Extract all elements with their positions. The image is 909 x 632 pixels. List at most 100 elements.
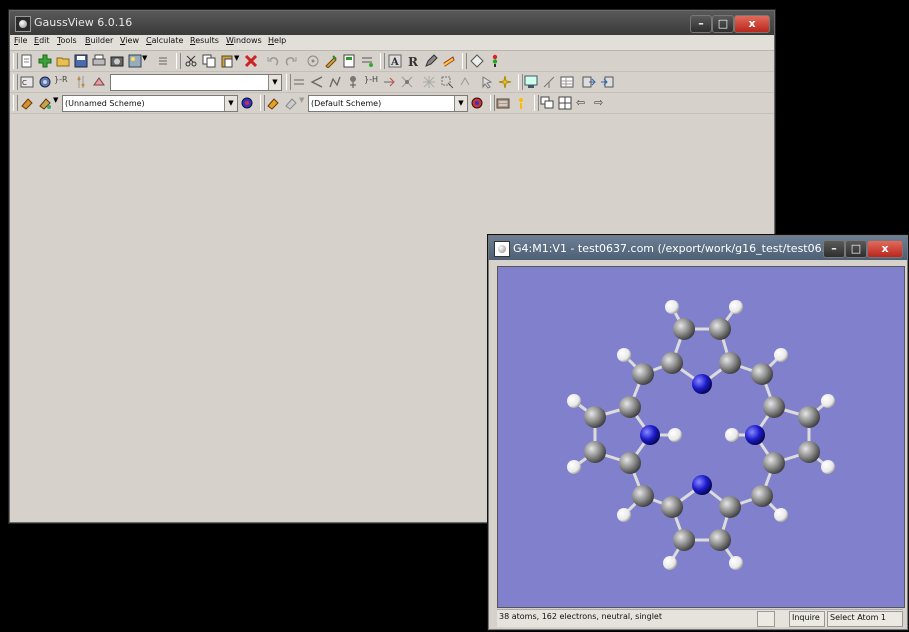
pg-icon[interactable] <box>342 54 356 68</box>
maximize-button[interactable]: □ <box>845 240 867 258</box>
toolbar-grip[interactable] <box>462 53 467 69</box>
camera-icon[interactable] <box>110 54 124 68</box>
element-icon[interactable]: C <box>20 75 34 89</box>
menu-file[interactable]: File <box>14 36 27 45</box>
bond-icon[interactable] <box>292 75 306 89</box>
mirror-icon[interactable] <box>422 75 436 89</box>
arrow-left-icon[interactable]: ⇦ <box>576 96 590 110</box>
chevron-down-icon[interactable]: ▼ <box>224 96 237 111</box>
minimize-button[interactable]: – <box>823 240 845 258</box>
chevron-down-icon[interactable]: ▼ <box>454 96 467 111</box>
export-icon[interactable] <box>582 75 596 89</box>
fragment-tool-icon[interactable] <box>400 75 414 89</box>
info-icon[interactable] <box>514 96 528 110</box>
custom-fragment-icon[interactable] <box>92 75 106 89</box>
save-icon[interactable] <box>74 54 88 68</box>
nitrogen-atoms <box>640 374 765 495</box>
import-icon[interactable] <box>600 75 614 89</box>
delete-atom-icon[interactable] <box>382 75 396 89</box>
chevron-down-icon[interactable]: ▼ <box>268 75 281 90</box>
maximize-button[interactable]: □ <box>712 15 734 33</box>
color-scheme-icon[interactable] <box>20 96 34 110</box>
ring-icon[interactable] <box>38 75 52 89</box>
apply-scheme-icon[interactable] <box>470 96 484 110</box>
cascade-windows-icon[interactable] <box>540 96 554 110</box>
tile-windows-icon[interactable] <box>558 96 572 110</box>
minimize-button[interactable]: – <box>690 15 712 33</box>
undo-icon[interactable] <box>266 54 280 68</box>
scheme-combo-default[interactable]: (Default Scheme) ▼ <box>308 95 468 112</box>
menu-results[interactable]: Results <box>190 36 219 45</box>
list-icon[interactable] <box>156 54 170 68</box>
close-button[interactable]: x <box>734 15 770 33</box>
menu-edit[interactable]: Edit <box>34 36 50 45</box>
paste-icon[interactable] <box>220 54 234 68</box>
menu-view[interactable]: View <box>120 36 139 45</box>
amino-acid-icon[interactable] <box>74 75 88 89</box>
select-tool-icon[interactable] <box>440 75 454 89</box>
print-icon[interactable] <box>92 54 106 68</box>
delete-icon[interactable] <box>244 54 258 68</box>
style-icon[interactable] <box>284 96 298 110</box>
job-manager-icon[interactable] <box>496 96 510 110</box>
toolbar-grip[interactable] <box>490 95 495 111</box>
toolbar-grip[interactable] <box>534 95 539 111</box>
traffic-light-icon[interactable] <box>488 54 502 68</box>
pencil-icon[interactable] <box>424 54 438 68</box>
paint-icon[interactable] <box>266 96 280 110</box>
toolbar-grip[interactable] <box>13 74 18 90</box>
scheme-combo-unnamed[interactable]: (Unnamed Scheme) ▼ <box>62 95 238 112</box>
view-reset-icon[interactable] <box>524 75 538 89</box>
inquire-icon[interactable] <box>346 75 360 89</box>
angle-icon[interactable] <box>310 75 324 89</box>
pointer-icon[interactable] <box>480 75 494 89</box>
toolbar-row-3: ▼ (Unnamed Scheme) ▼ ▼ (Default Scheme) ▼ … <box>10 93 774 114</box>
toolbar-grip[interactable] <box>380 53 385 69</box>
close-button[interactable]: x <box>867 240 903 258</box>
dihedral-icon[interactable] <box>328 75 342 89</box>
menu-windows[interactable]: Windows <box>226 36 262 45</box>
menu-calculate[interactable]: Calculate <box>146 36 183 45</box>
toolbar-grip[interactable] <box>13 53 18 69</box>
porphyrin-molecule[interactable] <box>498 267 904 607</box>
molecule-title-bar[interactable]: G4:M1:V1 - test0637.com (/export/work/g1… <box>489 236 907 260</box>
menu-help[interactable]: Help <box>268 36 286 45</box>
view-toggle-icon[interactable] <box>757 611 775 627</box>
arrow-right-icon[interactable]: ⇨ <box>594 96 608 110</box>
new-icon[interactable] <box>20 54 34 68</box>
menu-builder[interactable]: Builder <box>85 36 113 45</box>
text-a-icon[interactable]: A <box>388 54 402 68</box>
symmetry-icon[interactable] <box>306 54 320 68</box>
rotate-icon[interactable] <box>458 75 472 89</box>
menu-bar: File Edit Tools Builder View Calculate R… <box>10 35 774 51</box>
redo-icon[interactable] <box>284 54 298 68</box>
toolbar-grip[interactable] <box>13 95 18 111</box>
image-save-icon[interactable] <box>128 54 142 68</box>
menu-tools[interactable]: Tools <box>57 36 77 45</box>
cartesian-axes-icon[interactable] <box>542 75 556 89</box>
table-icon[interactable] <box>560 75 574 89</box>
molecule-canvas[interactable] <box>497 266 905 608</box>
toolbar-grip[interactable] <box>260 95 265 111</box>
fragment-combo[interactable]: ▼ <box>110 74 282 91</box>
molecule-status-bar: 38 atoms, 162 electrons, neutral, single… <box>497 609 903 627</box>
main-title-bar[interactable]: GaussView 6.0.16 – □ x <box>10 11 774 35</box>
edit-scheme-icon[interactable] <box>38 96 52 110</box>
add-valence-icon[interactable]: }-H <box>364 75 378 89</box>
sparkle-icon[interactable] <box>498 75 512 89</box>
toolbar-grip[interactable] <box>518 74 523 90</box>
toolbar-grip[interactable] <box>286 74 291 90</box>
bond-tool-icon[interactable] <box>360 54 374 68</box>
toolbar-grip[interactable] <box>176 53 181 69</box>
r-group-icon[interactable]: }-R <box>54 75 68 89</box>
clean-icon[interactable] <box>324 54 338 68</box>
add-icon[interactable] <box>38 54 52 68</box>
text-r-icon[interactable]: R <box>406 54 420 68</box>
copy-icon[interactable] <box>202 54 216 68</box>
diamond-icon[interactable] <box>470 54 484 68</box>
open-folder-icon[interactable] <box>56 54 70 68</box>
highlight-icon[interactable] <box>442 54 456 68</box>
save-scheme-icon[interactable] <box>240 96 254 110</box>
cut-icon[interactable] <box>184 54 198 68</box>
dropdown-arrow-icon[interactable]: ▼ <box>142 54 156 68</box>
